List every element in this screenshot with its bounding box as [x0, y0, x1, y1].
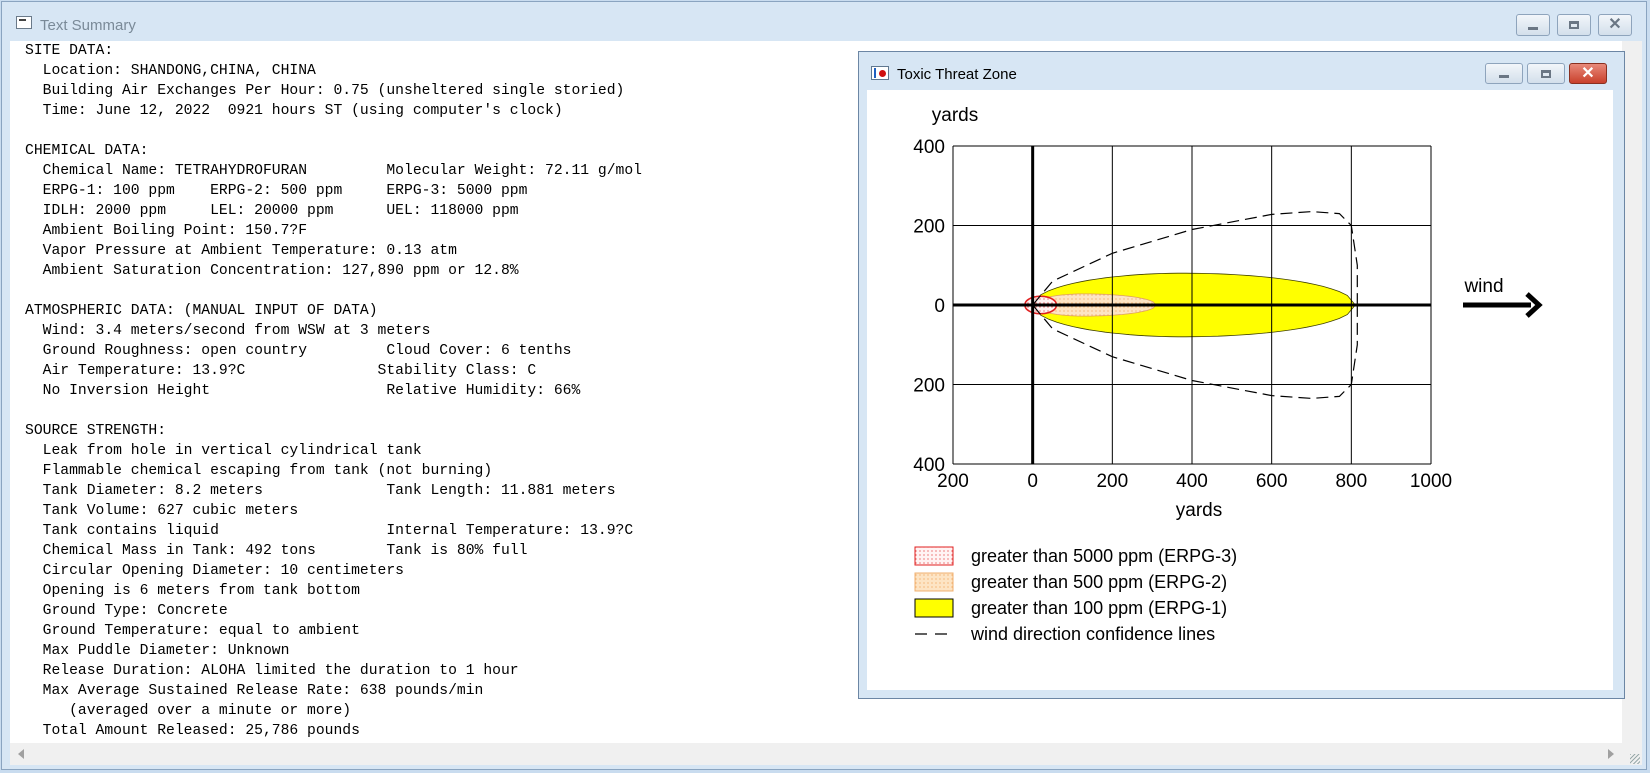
x-tick-label: 200	[1096, 471, 1128, 492]
x-tick-label: 800	[1335, 471, 1367, 492]
report-line: Ambient Boiling Point: 150.7?F	[25, 223, 308, 239]
maximize-icon	[1569, 21, 1579, 29]
horizontal-scrollbar[interactable]	[10, 743, 1642, 765]
legend-label: greater than 100 ppm (ERPG-1)	[971, 598, 1227, 618]
report-line: Ground Type: Concrete	[25, 603, 228, 619]
report-line: Opening is 6 meters from tank bottom	[25, 583, 360, 599]
report-line: Building Air Exchanges Per Hour: 0.75 (u…	[25, 83, 625, 99]
legend-swatch-erpg2	[914, 572, 954, 592]
report-line: SITE DATA:	[25, 43, 114, 59]
close-icon: ✕	[1608, 16, 1622, 33]
report-line: Leak from hole in vertical cylindrical t…	[25, 443, 422, 459]
report-line: Wind: 3.4 meters/second from WSW at 3 me…	[25, 323, 431, 339]
legend-label: greater than 5000 ppm (ERPG-3)	[971, 546, 1237, 566]
scroll-left-icon[interactable]	[18, 749, 24, 759]
minimize-button[interactable]	[1516, 14, 1550, 36]
child-minimize-button[interactable]	[1485, 63, 1523, 84]
wind-label: wind	[1463, 276, 1503, 297]
report-line: Ground Roughness: open country Cloud Cov…	[25, 343, 572, 359]
vertical-scrollbar[interactable]	[1622, 41, 1642, 743]
report-line: Max Puddle Diameter: Unknown	[25, 643, 290, 659]
report-line: Chemical Name: TETRAHYDROFURAN Molecular…	[25, 163, 642, 179]
app-icon	[16, 16, 32, 29]
x-axis-label: yards	[1176, 500, 1222, 521]
report-line: Chemical Mass in Tank: 492 tons Tank is …	[25, 543, 528, 559]
resize-grip[interactable]	[1630, 754, 1640, 764]
report-line: ERPG-1: 100 ppm ERPG-2: 500 ppm ERPG-3: …	[25, 183, 528, 199]
report-line: Total Amount Released: 25,786 pounds	[25, 723, 360, 739]
legend-label: greater than 500 ppm (ERPG-2)	[971, 572, 1227, 592]
maximize-icon	[1541, 69, 1551, 78]
threat-zone-chart: 200 0 200 400 600 800 10004002000200400yardsya…	[913, 105, 1543, 644]
child-close-button[interactable]: ✕	[1569, 63, 1607, 84]
y-tick-label: 200	[913, 217, 945, 238]
close-button[interactable]: ✕	[1598, 14, 1632, 36]
report-line: Tank contains liquid Internal Temperatur…	[25, 523, 634, 539]
minimize-icon	[1528, 26, 1538, 30]
report-line: Location: SHANDONG,CHINA, CHINA	[25, 63, 316, 79]
report-line: Flammable chemical escaping from tank (n…	[25, 463, 493, 479]
threat-zone-app-icon	[871, 66, 889, 80]
legend-swatch-erpg1	[914, 598, 954, 618]
maximize-button[interactable]	[1557, 14, 1591, 36]
x-tick-label: 400	[1176, 471, 1208, 492]
report-line: (averaged over a minute or more)	[25, 703, 352, 719]
report-line: No Inversion Height Relative Humidity: 6…	[25, 383, 581, 399]
y-tick-label: 0	[934, 296, 945, 317]
y-axis-label: yards	[932, 105, 978, 126]
report-line: Tank Volume: 627 cubic meters	[25, 503, 299, 519]
report-line: Tank Diameter: 8.2 meters Tank Length: 1…	[25, 483, 616, 499]
toxic-threat-zone-window: Toxic Threat Zone ✕ 200 0 200 400 600 800 1000…	[858, 51, 1625, 699]
report-line	[25, 401, 642, 421]
report-line: Ground Temperature: equal to ambient	[25, 623, 360, 639]
legend-label: wind direction confidence lines	[970, 624, 1215, 644]
x-tick-label: 600	[1256, 471, 1288, 492]
y-tick-label: 400	[913, 137, 945, 158]
report-line: Max Average Sustained Release Rate: 638 …	[25, 683, 484, 699]
y-tick-label: 200	[913, 376, 945, 397]
report-line: Time: June 12, 2022 0921 hours ST (using…	[25, 103, 563, 119]
child-window-title: Toxic Threat Zone	[897, 66, 1017, 83]
report-line: Vapor Pressure at Ambient Temperature: 0…	[25, 243, 457, 259]
report-line: ATMOSPHERIC DATA: (MANUAL INPUT OF DATA)	[25, 303, 378, 319]
report-line: IDLH: 2000 ppm LEL: 20000 ppm UEL: 11800…	[25, 203, 519, 219]
child-maximize-button[interactable]	[1527, 63, 1565, 84]
report-line	[25, 281, 642, 301]
window-title: Text Summary	[40, 17, 136, 34]
title-bar[interactable]: Text Summary ✕	[2, 2, 1646, 42]
report-line: CHEMICAL DATA:	[25, 143, 149, 159]
close-icon: ✕	[1581, 64, 1595, 82]
summary-report-text: SITE DATA: Location: SHANDONG,CHINA, CHI…	[25, 41, 642, 741]
scroll-right-icon[interactable]	[1608, 749, 1614, 759]
report-line: SOURCE STRENGTH:	[25, 423, 167, 439]
x-tick-label: 0	[1027, 471, 1038, 492]
report-line: Circular Opening Diameter: 10 centimeter…	[25, 563, 404, 579]
report-line: Release Duration: ALOHA limited the dura…	[25, 663, 519, 679]
legend-swatch-erpg3	[914, 546, 954, 566]
x-tick-label: 1000	[1410, 471, 1452, 492]
threat-zone-plot-area: 200 0 200 400 600 800 1000 400 200 0 200 400 yards ya…	[867, 90, 1613, 690]
minimize-icon	[1499, 75, 1509, 78]
report-line: Ambient Saturation Concentration: 127,89…	[25, 263, 519, 279]
report-line: Air Temperature: 13.9?C Stability Class:…	[25, 363, 537, 379]
report-line	[25, 121, 642, 141]
y-tick-label: 400	[913, 455, 945, 476]
